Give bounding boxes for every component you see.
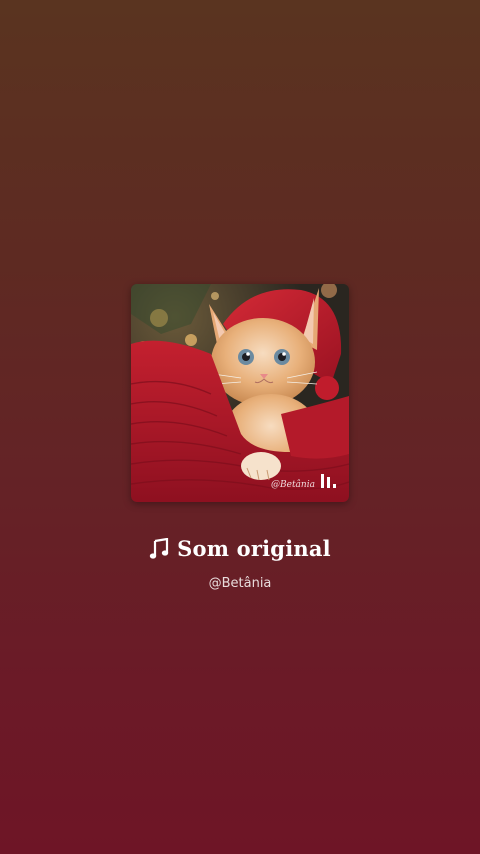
audio-title-row: Som original: [0, 536, 480, 561]
audio-page: @Betânia Som original @Betânia: [0, 0, 480, 854]
music-note-icon: [149, 537, 169, 560]
cover-watermark: @Betânia: [271, 480, 315, 490]
audio-author-handle[interactable]: @Betânia: [0, 576, 480, 591]
audio-title: Som original: [177, 536, 331, 561]
audio-cover-image[interactable]: @Betânia: [131, 284, 349, 502]
kitten-illustration: [131, 284, 349, 502]
reels-icon: [319, 472, 337, 490]
